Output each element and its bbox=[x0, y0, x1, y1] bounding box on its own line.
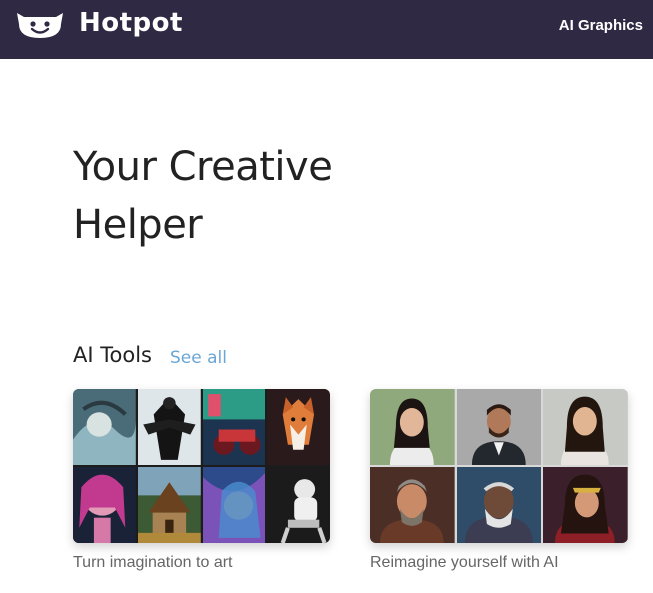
top-navigation-bar: Hotpot AI Graphics bbox=[0, 0, 653, 59]
art-generator-caption[interactable]: Turn imagination to art bbox=[73, 554, 232, 572]
art-thumbnail bbox=[267, 389, 330, 465]
art-generator-card[interactable] bbox=[73, 389, 330, 543]
art-thumbnail bbox=[73, 467, 136, 543]
portrait-thumbnail bbox=[456, 389, 542, 465]
art-thumbnail bbox=[137, 467, 201, 543]
portrait-thumbnail bbox=[456, 467, 542, 543]
brand-name[interactable]: Hotpot bbox=[79, 8, 183, 38]
portrait-thumbnail bbox=[543, 389, 628, 465]
ai-portrait-caption[interactable]: Reimagine yourself with AI bbox=[370, 554, 559, 572]
art-thumbnail bbox=[137, 389, 201, 465]
ai-tools-heading: AI Tools bbox=[73, 343, 152, 367]
portrait-thumbnail bbox=[543, 467, 628, 543]
nav-link-ai-graphics[interactable]: AI Graphics bbox=[559, 17, 643, 34]
art-thumbnail bbox=[267, 467, 330, 543]
portrait-thumbnail bbox=[370, 389, 455, 465]
smiling-pot-icon[interactable] bbox=[14, 10, 66, 40]
portrait-thumbnail bbox=[370, 467, 455, 543]
art-thumbnail bbox=[73, 389, 136, 465]
art-thumbnail bbox=[202, 389, 266, 465]
page-title: Your Creative Helper bbox=[73, 144, 333, 248]
art-thumbnail bbox=[202, 467, 266, 543]
see-all-link[interactable]: See all bbox=[170, 348, 227, 368]
ai-portrait-card[interactable] bbox=[370, 389, 628, 543]
